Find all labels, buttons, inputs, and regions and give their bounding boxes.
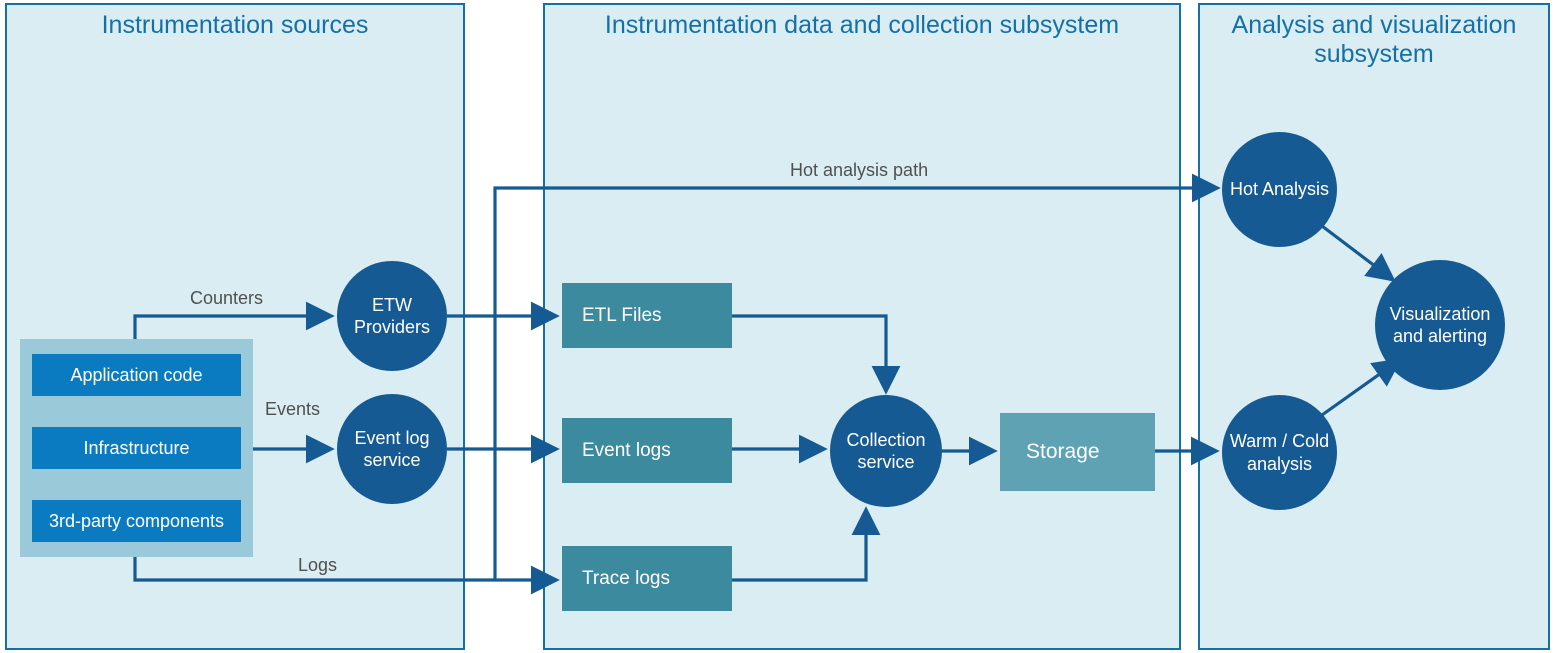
source-infrastructure: Infrastructure xyxy=(32,427,241,469)
edge-label-logs: Logs xyxy=(298,555,337,576)
node-collection-service: Collection service xyxy=(830,395,942,507)
node-trace-logs: Trace logs xyxy=(562,546,732,611)
node-warm-cold-analysis: Warm / Cold analysis xyxy=(1222,395,1337,510)
subsystem-title-collection: Instrumentation data and collection subs… xyxy=(545,5,1179,40)
source-3rd-party: 3rd-party components xyxy=(32,500,241,542)
subsystem-title-sources: Instrumentation sources xyxy=(7,5,463,40)
edge-label-counters: Counters xyxy=(190,288,263,309)
node-event-log-service: Event log service xyxy=(337,394,447,504)
edge-label-events: Events xyxy=(265,399,320,420)
subsystem-title-analysis: Analysis and visualization subsystem xyxy=(1200,5,1548,69)
node-storage: Storage xyxy=(1000,413,1155,491)
node-hot-analysis: Hot Analysis xyxy=(1222,132,1337,247)
node-etw-providers: ETW Providers xyxy=(337,261,447,371)
node-visualization-alerting: Visualization and alerting xyxy=(1375,260,1505,390)
node-event-logs: Event logs xyxy=(562,418,732,483)
architecture-diagram: Instrumentation sources Instrumentation … xyxy=(0,0,1556,653)
source-application-code: Application code xyxy=(32,354,241,396)
node-etl-files: ETL Files xyxy=(562,283,732,348)
edge-label-hot-path: Hot analysis path xyxy=(790,160,928,181)
